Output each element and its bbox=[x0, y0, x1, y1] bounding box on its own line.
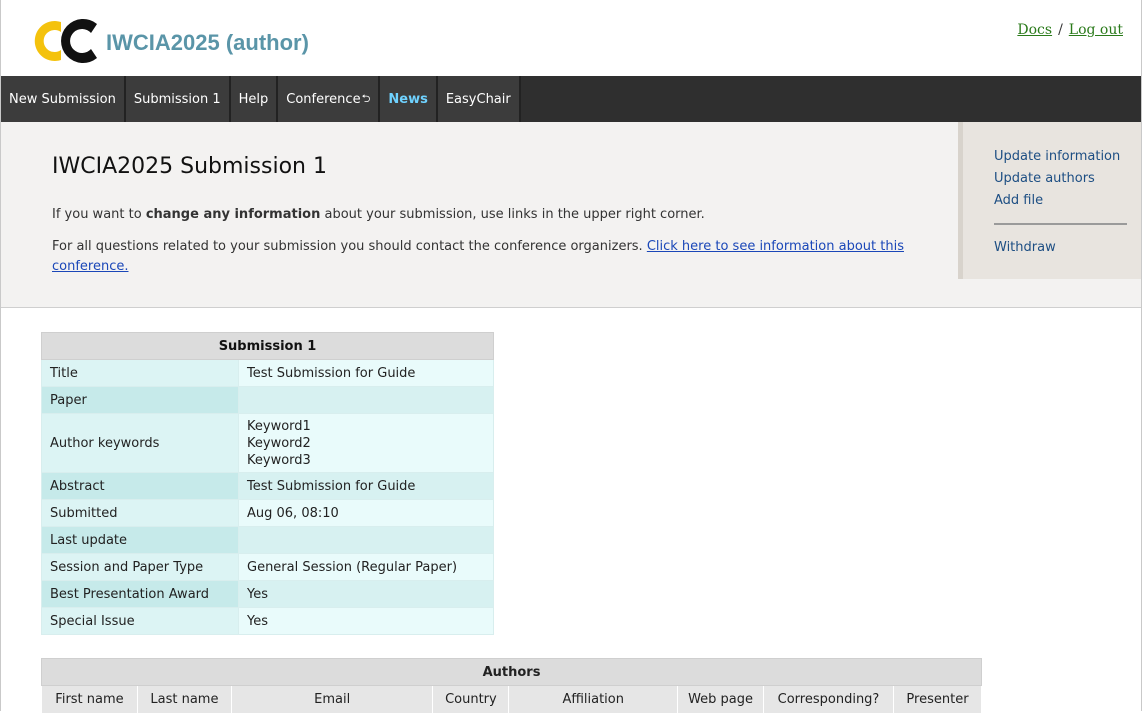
row-value: Yes bbox=[238, 607, 494, 635]
row-key: Abstract bbox=[41, 472, 239, 500]
info-text-bold: change any information bbox=[145, 207, 321, 222]
col-first-name: First name bbox=[41, 685, 138, 714]
menu-conference-label: Conference bbox=[286, 91, 361, 107]
col-last-name: Last name bbox=[136, 685, 232, 714]
table-row: Best Presentation Award Yes bbox=[41, 580, 494, 608]
return-arrow-icon: ⮌ bbox=[361, 91, 371, 105]
table-row: Abstract Test Submission for Guide bbox=[41, 472, 494, 500]
row-value: General Session (Regular Paper) bbox=[238, 553, 494, 581]
col-country: Country bbox=[432, 685, 510, 714]
row-value: Aug 06, 08:10 bbox=[238, 499, 494, 527]
menu-easychair[interactable]: EasyChair bbox=[437, 76, 521, 122]
menu-filler bbox=[520, 76, 1141, 122]
update-information-link[interactable]: Update information bbox=[994, 146, 1141, 168]
col-affiliation: Affiliation bbox=[508, 685, 679, 714]
row-key: Title bbox=[41, 359, 239, 387]
menu-submission-1[interactable]: Submission 1 bbox=[125, 76, 231, 122]
submission-table-caption: Submission 1 bbox=[41, 332, 494, 360]
authors-header-row: First name Last name Email Country Affil… bbox=[41, 685, 983, 714]
row-value bbox=[238, 386, 494, 414]
header: IWCIA2025 (author) Docs / Log out bbox=[1, 0, 1141, 76]
keyword: Keyword3 bbox=[247, 452, 311, 468]
row-value: Yes bbox=[238, 580, 494, 608]
row-key: Submitted bbox=[41, 499, 239, 527]
link-separator: / bbox=[1058, 22, 1063, 38]
col-presenter: Presenter bbox=[892, 685, 983, 714]
authors-table-caption: Authors bbox=[41, 658, 982, 686]
docs-link[interactable]: Docs bbox=[1017, 22, 1052, 38]
col-email: Email bbox=[230, 685, 434, 714]
withdraw-link[interactable]: Withdraw bbox=[994, 237, 1141, 259]
col-corresponding: Corresponding? bbox=[763, 685, 894, 714]
menu-conference[interactable]: Conference ⮌ bbox=[278, 76, 381, 122]
easychair-logo[interactable] bbox=[31, 18, 99, 64]
info-text-contact: For all questions related to your submis… bbox=[52, 237, 942, 277]
table-row: Last update bbox=[41, 526, 494, 554]
info-panel: IWCIA2025 Submission 1 If you want to ch… bbox=[1, 122, 1141, 308]
divider bbox=[994, 223, 1127, 225]
table-row: Session and Paper Type General Session (… bbox=[41, 553, 494, 581]
table-row: Paper bbox=[41, 386, 494, 414]
info-text-change: If you want to change any information ab… bbox=[52, 205, 942, 225]
info-contact-text: For all questions related to your submis… bbox=[52, 239, 647, 254]
keyword: Keyword2 bbox=[247, 435, 311, 451]
main-menu: New Submission Submission 1 Help Confere… bbox=[1, 76, 1141, 122]
authors-table: Authors First name Last name Email Count… bbox=[41, 658, 983, 714]
row-key: Paper bbox=[41, 386, 239, 414]
menu-news[interactable]: News bbox=[380, 76, 438, 122]
table-row: Submitted Aug 06, 08:10 bbox=[41, 499, 494, 527]
row-key: Author keywords bbox=[41, 413, 239, 473]
table-row: Author keywords Keyword1 Keyword2 Keywor… bbox=[41, 413, 494, 473]
menu-new-submission[interactable]: New Submission bbox=[1, 76, 126, 122]
update-authors-link[interactable]: Update authors bbox=[994, 168, 1141, 190]
submission-actions: Update information Update authors Add fi… bbox=[958, 122, 1141, 279]
info-text-pre: If you want to bbox=[52, 207, 146, 222]
row-key: Session and Paper Type bbox=[41, 553, 239, 581]
row-key: Best Presentation Award bbox=[41, 580, 239, 608]
add-file-link[interactable]: Add file bbox=[994, 190, 1141, 212]
page-title: IWCIA2025 Submission 1 bbox=[52, 154, 327, 179]
submission-table: Submission 1 Title Test Submission for G… bbox=[41, 332, 494, 635]
row-key: Special Issue bbox=[41, 607, 239, 635]
info-text-post: about your submission, use links in the … bbox=[320, 207, 705, 222]
table-row: Title Test Submission for Guide bbox=[41, 359, 494, 387]
row-value-keywords: Keyword1 Keyword2 Keyword3 bbox=[238, 413, 494, 473]
logout-link[interactable]: Log out bbox=[1069, 22, 1123, 38]
app-title[interactable]: IWCIA2025 (author) bbox=[106, 30, 309, 56]
row-value bbox=[238, 526, 494, 554]
keyword: Keyword1 bbox=[247, 418, 311, 434]
row-value: Test Submission for Guide bbox=[238, 472, 494, 500]
table-row: Special Issue Yes bbox=[41, 607, 494, 635]
top-links: Docs / Log out bbox=[1017, 22, 1123, 38]
row-key: Last update bbox=[41, 526, 239, 554]
row-value: Test Submission for Guide bbox=[238, 359, 494, 387]
col-web-page: Web page bbox=[677, 685, 765, 714]
menu-help[interactable]: Help bbox=[230, 76, 279, 122]
